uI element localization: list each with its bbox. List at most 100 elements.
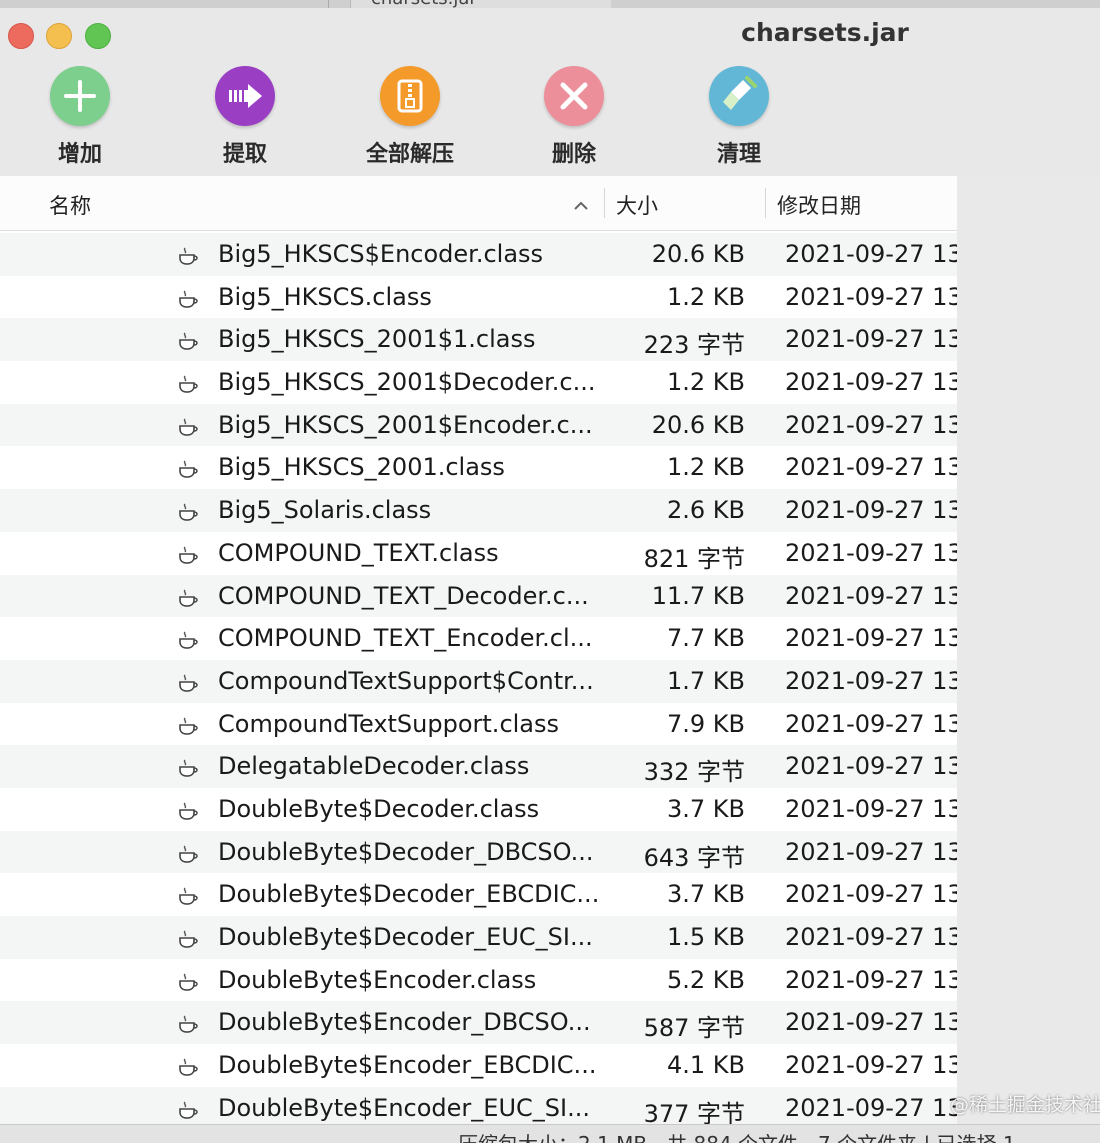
file-name: Big5_HKSCS_2001$1.class: [218, 325, 536, 354]
file-row[interactable]: COMPOUND_TEXT_Encoder.cl... 7.7 KB 2021-09…: [0, 617, 957, 660]
add-button-label: 增加: [57, 142, 102, 167]
file-row[interactable]: COMPOUND_TEXT.class 821 字节 2021-09-27 13: [0, 531, 957, 575]
file-row[interactable]: DoubleByte$Encoder_DBCSO... 587 字节 2021-09…: [0, 1001, 957, 1045]
java-class-file-icon: [176, 970, 200, 998]
java-class-file-icon: [176, 287, 200, 315]
file-size: 821 字节: [643, 544, 745, 573]
window-title: charsets.jar: [741, 18, 909, 47]
plus-icon: [50, 66, 110, 126]
sort-ascending-icon[interactable]: [572, 194, 590, 218]
file-modified-date: 2021-09-27 13: [785, 282, 957, 311]
file-row[interactable]: Big5_Solaris.class 2.6 KB 2021-09-27 13: [0, 489, 957, 532]
java-class-file-icon: [176, 329, 200, 357]
file-row[interactable]: DoubleByte$Decoder_EUC_SI... 1.5 KB 2021-0…: [0, 916, 957, 959]
column-divider[interactable]: [604, 188, 605, 218]
file-row[interactable]: Big5_HKSCS_2001$Encoder.c... 20.6 KB 2021-…: [0, 403, 957, 447]
unzip-icon: [380, 66, 440, 126]
modified-column-header[interactable]: 修改日期: [777, 190, 861, 220]
file-modified-date: 2021-09-27 13: [785, 794, 957, 823]
file-modified-date: 2021-09-27 13: [785, 240, 957, 268]
file-row[interactable]: DelegatableDecoder.class 332 字节 2021-09-27…: [0, 745, 957, 788]
file-name: DelegatableDecoder.class: [218, 752, 530, 781]
delete-button-label: 删除: [551, 142, 596, 167]
extract-button-label: 提取: [222, 142, 267, 167]
file-row[interactable]: Big5_HKSCS_2001$1.class 223 字节 2021-09-27 …: [0, 318, 957, 362]
file-row[interactable]: CompoundTextSupport.class 7.9 KB 2021-09-2…: [0, 702, 957, 746]
file-name: Big5_Solaris.class: [218, 496, 432, 525]
delete-button[interactable]: 删除: [504, 66, 644, 168]
file-name: DoubleByte$Encoder_EUC_SI...: [218, 1093, 590, 1122]
clean-button[interactable]: 清理: [669, 66, 809, 168]
clean-button-label: 清理: [716, 142, 761, 167]
java-class-file-icon: [176, 714, 200, 742]
file-size: 1.2 KB: [667, 453, 745, 482]
file-size: 223 字节: [643, 331, 745, 360]
java-class-file-icon: [176, 372, 200, 400]
java-class-file-icon: [176, 244, 200, 272]
file-row[interactable]: Big5_HKSCS_2001$Decoder.c... 1.2 KB 2021-0…: [0, 361, 957, 404]
file-modified-date: 2021-09-27 13: [785, 880, 957, 909]
file-modified-date: 2021-09-27 13: [785, 1008, 957, 1037]
file-row[interactable]: DoubleByte$Decoder_DBCSO... 643 字节 2021-09…: [0, 830, 957, 874]
file-name: DoubleByte$Encoder.class: [218, 965, 537, 994]
java-class-file-icon: [176, 799, 200, 827]
file-name: DoubleByte$Encoder_EBCDIC...: [218, 1051, 597, 1080]
file-size: 1.5 KB: [667, 923, 745, 951]
java-class-file-icon: [176, 457, 200, 485]
window-zoom-button[interactable]: [85, 23, 111, 49]
watermark: @稀土掘金技术社区: [950, 1094, 1100, 1116]
java-class-file-icon: [176, 1012, 200, 1040]
name-column-header[interactable]: 名称: [49, 190, 91, 220]
file-name: COMPOUND_TEXT_Encoder.cl...: [218, 624, 593, 653]
window-close-button[interactable]: [8, 23, 34, 49]
file-size: 20.6 KB: [651, 240, 745, 268]
file-name: Big5_HKSCS$Encoder.class: [218, 240, 544, 268]
file-modified-date: 2021-09-27 13: [785, 624, 957, 653]
file-modified-date: 2021-09-27 13: [785, 410, 957, 439]
file-size: 20.6 KB: [651, 410, 745, 439]
file-modified-date: 2021-09-27 13: [785, 923, 957, 951]
file-modified-date: 2021-09-27 13: [785, 837, 957, 866]
file-row[interactable]: Big5_HKSCS$Encoder.class 20.6 KB 2021-09-2…: [0, 233, 957, 276]
file-size: 7.7 KB: [667, 624, 745, 653]
file-name: Big5_HKSCS_2001$Decoder.c...: [218, 368, 596, 397]
file-size: 3.7 KB: [667, 880, 745, 909]
file-name: DoubleByte$Encoder_DBCSO...: [218, 1008, 591, 1037]
java-class-file-icon: [176, 756, 200, 784]
java-class-file-icon: [176, 671, 200, 699]
file-modified-date: 2021-09-27 13: [785, 1051, 957, 1080]
file-modified-date: 2021-09-27 13: [785, 453, 957, 482]
file-modified-date: 2021-09-27 13: [785, 496, 957, 525]
file-name: COMPOUND_TEXT_Decoder.c...: [218, 581, 589, 610]
file-row[interactable]: DoubleByte$Encoder_EBCDIC... 4.1 KB 2021-0…: [0, 1044, 957, 1087]
column-divider[interactable]: [765, 188, 766, 218]
file-name: COMPOUND_TEXT.class: [218, 538, 499, 567]
file-row[interactable]: Big5_HKSCS_2001.class 1.2 KB 2021-09-27 13: [0, 446, 957, 490]
java-class-file-icon: [176, 884, 200, 912]
extract-button[interactable]: 提取: [175, 66, 315, 168]
file-name: Big5_HKSCS.class: [218, 282, 432, 311]
file-row[interactable]: DoubleByte$Decoder.class 3.7 KB 2021-09-27…: [0, 787, 957, 831]
file-row[interactable]: CompoundTextSupport$Contr... 1.7 KB 2021-0…: [0, 659, 957, 703]
java-class-file-icon: [176, 842, 200, 870]
extract-all-button[interactable]: 全部解压: [340, 66, 480, 168]
file-row[interactable]: COMPOUND_TEXT_Decoder.c... 11.7 KB 2021-09…: [0, 574, 957, 618]
file-size: 643 字节: [643, 843, 745, 872]
size-column-header[interactable]: 大小: [616, 190, 658, 220]
file-modified-date: 2021-09-27 13: [785, 581, 957, 610]
file-row[interactable]: DoubleByte$Decoder_EBCDIC... 3.7 KB 2021-0…: [0, 873, 957, 916]
java-class-file-icon: [176, 415, 200, 443]
file-size: 11.7 KB: [651, 581, 745, 610]
window-minimize-button[interactable]: [46, 23, 72, 49]
add-button[interactable]: 增加: [10, 66, 150, 168]
java-class-file-icon: [176, 586, 200, 614]
status-bar: 压缩包大小：2.1 MB，共 884 个文件，7 个文件夹 | 已选择 1: [0, 1124, 1100, 1143]
file-row[interactable]: DoubleByte$Encoder.class 5.2 KB 2021-09-27…: [0, 958, 957, 1002]
file-row[interactable]: Big5_HKSCS.class 1.2 KB 2021-09-27 13: [0, 275, 957, 319]
file-modified-date: 2021-09-27 13: [785, 752, 957, 781]
file-modified-date: 2021-09-27 13: [785, 368, 957, 397]
toolbar: charsets.jar 增加 提取 全部解压 删除 清理: [0, 8, 1100, 177]
column-header: 名称 大小 修改日期: [0, 176, 957, 231]
archive-window: charsets.jar 增加 提取 全部解压 删除 清理 名称 大小 修改日期…: [0, 8, 1100, 1143]
extract-arrow-icon: [215, 66, 275, 126]
